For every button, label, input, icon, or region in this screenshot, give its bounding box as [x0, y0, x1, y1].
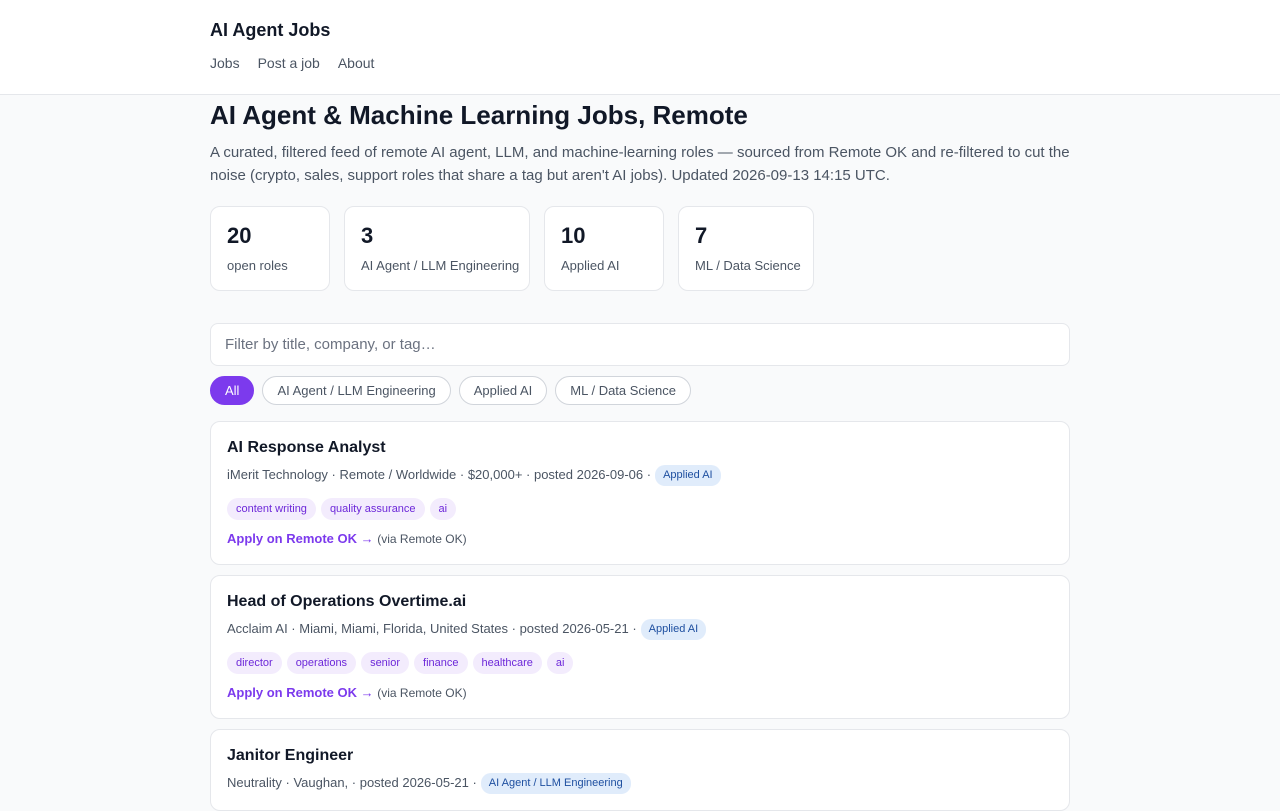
apply-row: Apply on Remote OK → (via Remote OK) — [227, 530, 1053, 548]
job-tag: content writing — [227, 498, 316, 520]
page-title: AI Agent & Machine Learning Jobs, Remote — [210, 100, 748, 130]
job-list: AI Response Analyst iMerit Technology · … — [210, 421, 1070, 811]
stat-value: 3 — [361, 223, 374, 248]
stat-card-open-roles: 20 open roles — [210, 206, 330, 291]
job-meta-text: Acclaim AI · Miami, Miami, Florida, Unit… — [227, 621, 637, 636]
stat-label: open roles — [227, 258, 288, 273]
main-content: AI Agent & Machine Learning Jobs, Remote… — [210, 95, 1070, 811]
chip-all[interactable]: All — [210, 376, 255, 405]
job-tag: finance — [414, 652, 468, 674]
job-card: Head of Operations Overtime.ai Acclaim A… — [210, 575, 1070, 719]
job-meta: Neutrality · Vaughan, · posted 2026-05-2… — [227, 772, 1053, 794]
chip-agent-llm[interactable]: AI Agent / LLM Engineering — [262, 376, 451, 405]
job-tag: ai — [546, 652, 574, 674]
job-tag: senior — [361, 652, 410, 674]
stats-row: 20 open roles 3 AI Agent / LLM Engineeri… — [210, 206, 1070, 291]
job-meta-text: Neutrality · Vaughan, · posted 2026-05-2… — [227, 775, 477, 790]
chip-ml-data-science[interactable]: ML / Data Science — [555, 376, 692, 405]
job-tags: content writing quality assurance ai — [227, 498, 1053, 520]
apply-source: (via Remote OK) — [377, 532, 467, 546]
page-intro: A curated, filtered feed of remote AI ag… — [210, 144, 1070, 184]
job-tag: operations — [286, 652, 357, 674]
job-meta-text: iMerit Technology · Remote / Worldwide ·… — [227, 467, 652, 482]
apply-row: Apply on Remote OK → (via Remote OK) — [227, 684, 1053, 702]
job-card: AI Response Analyst iMerit Technology · … — [210, 421, 1070, 565]
category-badge: Applied AI — [640, 618, 707, 640]
job-meta: iMerit Technology · Remote / Worldwide ·… — [227, 464, 1053, 486]
site-header: AI Agent Jobs Jobs Post a job About — [0, 0, 1280, 95]
job-tag: quality assurance — [320, 498, 425, 520]
stat-card-ml-data-science: 7 ML / Data Science — [678, 206, 814, 291]
apply-source: (via Remote OK) — [377, 686, 467, 700]
category-filter-chips: All AI Agent / LLM Engineering Applied A… — [210, 376, 1070, 405]
job-title[interactable]: Head of Operations Overtime.ai — [227, 592, 1053, 612]
stat-value: 10 — [561, 223, 586, 248]
category-badge: AI Agent / LLM Engineering — [480, 772, 631, 794]
apply-link[interactable]: Apply on Remote OK → — [227, 685, 374, 700]
category-badge: Applied AI — [655, 464, 721, 486]
job-tag: ai — [429, 498, 457, 520]
nav-post-a-job[interactable]: Post a job — [258, 55, 320, 71]
apply-link[interactable]: Apply on Remote OK → — [227, 531, 374, 546]
stat-card-agent-llm: 3 AI Agent / LLM Engineering — [344, 206, 530, 291]
job-meta: Acclaim AI · Miami, Miami, Florida, Unit… — [227, 618, 1053, 640]
main-nav: Jobs Post a job About — [210, 55, 374, 71]
site-brand[interactable]: AI Agent Jobs — [210, 20, 330, 41]
job-title[interactable]: AI Response Analyst — [227, 438, 1053, 458]
stat-label: Applied AI — [561, 258, 620, 273]
job-card: Janitor Engineer Neutrality · Vaughan, ·… — [210, 729, 1070, 811]
chip-applied-ai[interactable]: Applied AI — [458, 376, 548, 405]
job-tag: director — [227, 652, 282, 674]
nav-jobs[interactable]: Jobs — [210, 55, 240, 71]
stat-card-applied-ai: 10 Applied AI — [544, 206, 664, 291]
stat-label: AI Agent / LLM Engineering — [361, 258, 520, 273]
nav-about[interactable]: About — [338, 55, 375, 71]
job-title[interactable]: Janitor Engineer — [227, 746, 1053, 766]
filter-input[interactable] — [210, 323, 1070, 366]
job-tags: director operations senior finance healt… — [227, 652, 1053, 674]
job-tag: healthcare — [472, 652, 542, 674]
stat-value: 20 — [227, 223, 252, 248]
stat-value: 7 — [695, 223, 708, 248]
stat-label: ML / Data Science — [695, 258, 801, 273]
